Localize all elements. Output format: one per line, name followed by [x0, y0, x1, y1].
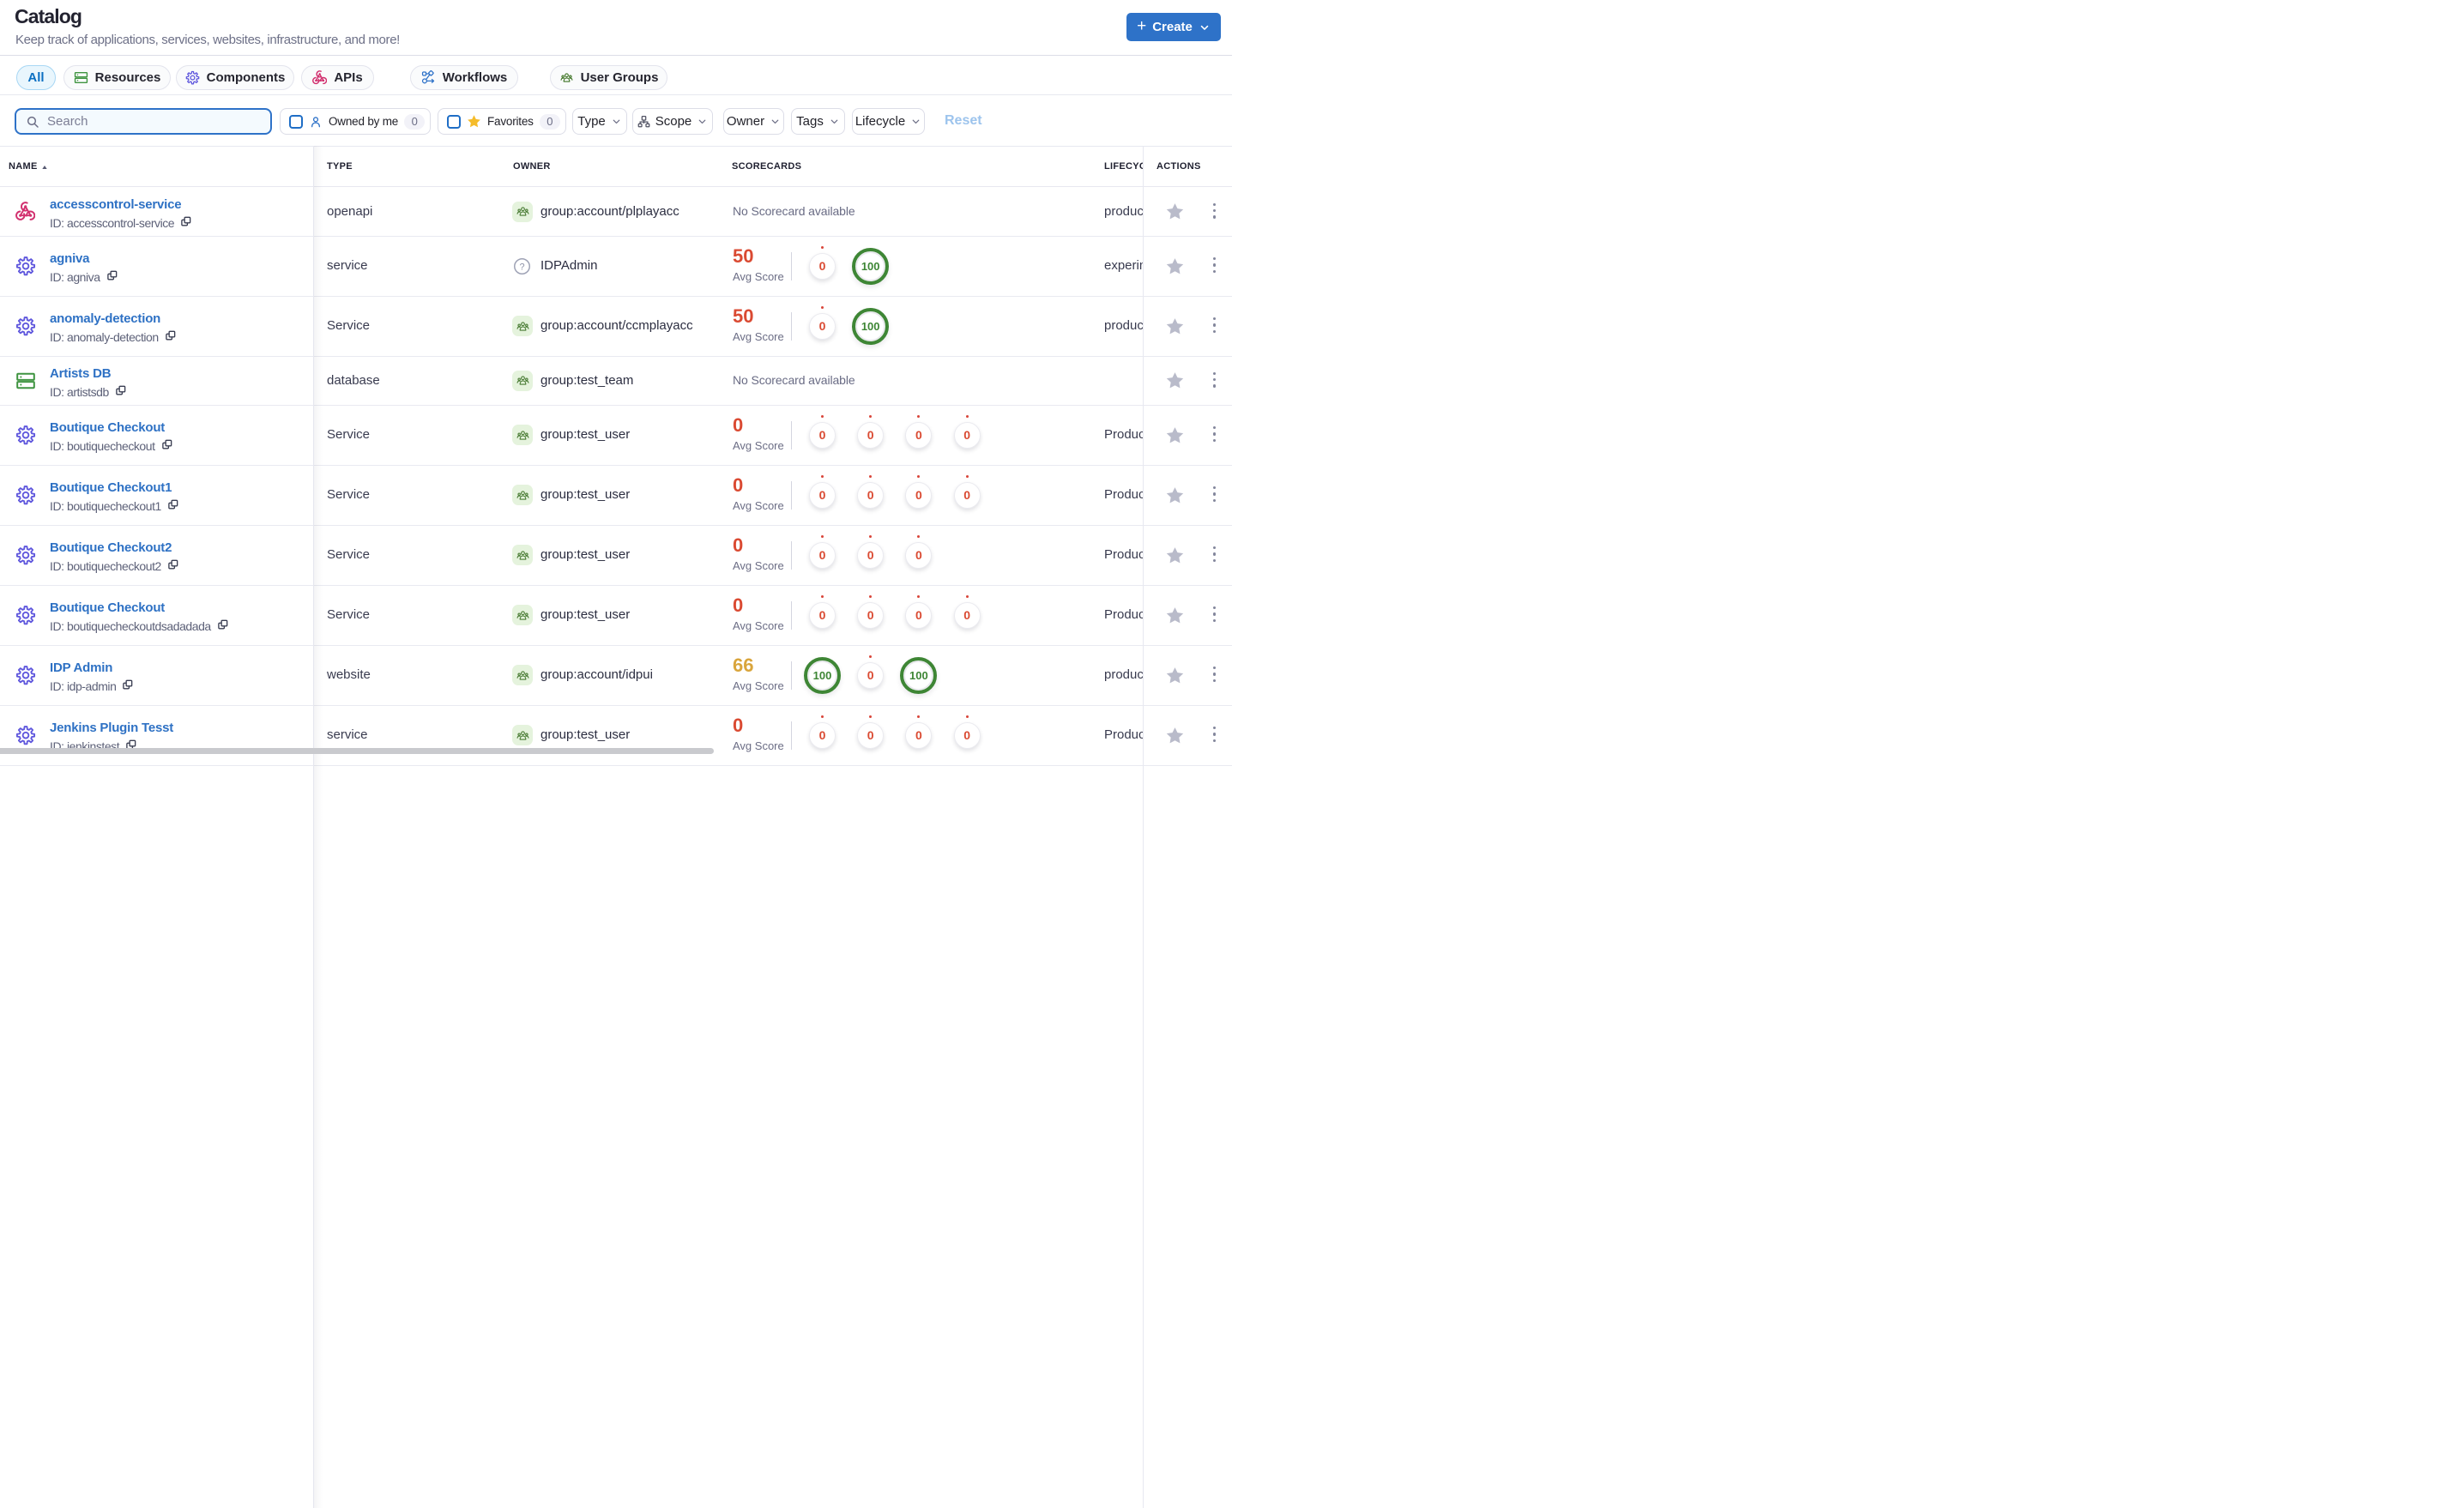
svg-text:?: ? [519, 262, 524, 272]
